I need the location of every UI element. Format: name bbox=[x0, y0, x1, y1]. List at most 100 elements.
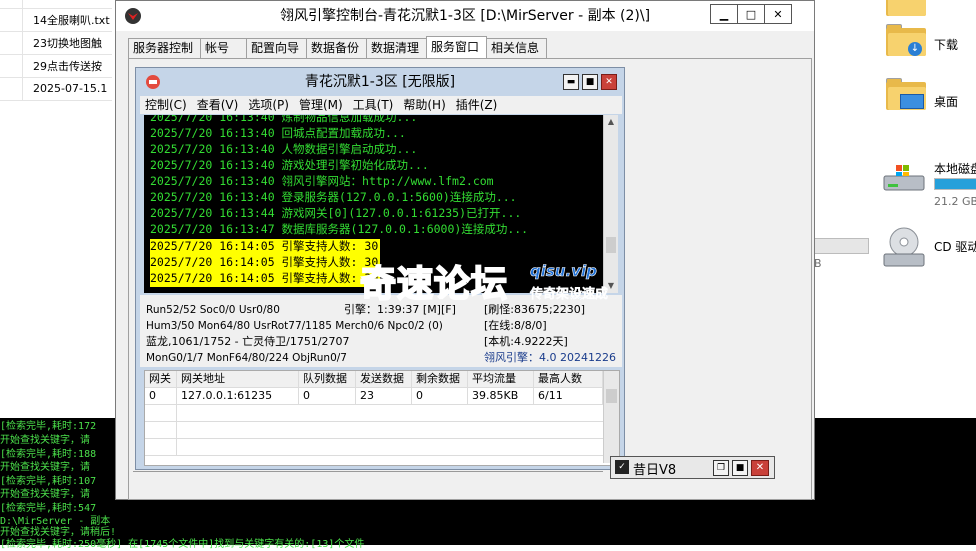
table-header: 网关 网关地址 队列数据 发送数据 剩余数据 平均流量 最高人数 bbox=[145, 371, 603, 388]
server-close-button[interactable]: ✕ bbox=[601, 74, 617, 90]
stat-local: [本机:4.9222天] bbox=[484, 335, 568, 348]
panel-bottom-strip bbox=[133, 471, 603, 492]
maximize-icon: □ bbox=[745, 7, 757, 21]
list-item[interactable]: 29点击传送按 bbox=[0, 54, 112, 78]
cd-drive-icon[interactable] bbox=[882, 226, 926, 268]
console-line: 开始查找关键字，请 bbox=[0, 489, 90, 500]
main-tabs: 服务器控制 帐号 配置向导 数据备份 数据清理 服务窗口 相关信息 bbox=[128, 36, 547, 58]
minimize-icon: ▬ bbox=[566, 77, 576, 87]
watermark-url: qisu.vip bbox=[530, 262, 597, 281]
column-header[interactable]: 队列数据 bbox=[299, 371, 356, 387]
local-disk-label[interactable]: 本地磁盘 bbox=[934, 160, 976, 177]
tab-data-backup[interactable]: 数据备份 bbox=[306, 38, 367, 58]
menu-view[interactable]: 查看(V) bbox=[192, 96, 244, 114]
explorer-pane: ↓ 下载 桌面 本地磁盘 21.2 GB B CD 驱动 bbox=[812, 0, 976, 420]
tab-config-wizard[interactable]: 配置向导 bbox=[246, 38, 307, 58]
close-button[interactable]: ✕ bbox=[751, 460, 769, 476]
scroll-thumb[interactable] bbox=[606, 389, 617, 403]
restore-button[interactable]: ❐ bbox=[713, 460, 729, 476]
server-minimize-button[interactable]: ▬ bbox=[563, 74, 579, 90]
log-line-highlight: 2025/7/20 16:14:05 引擎支持人数: 30 bbox=[150, 239, 381, 255]
table-cell: 39.85KB bbox=[468, 388, 534, 404]
log-scrollbar[interactable]: ▲ ▼ bbox=[603, 115, 618, 293]
background-file-list: 14全服喇叭.txt 23切换地图触 29点击传送按 2025-07-15.1 bbox=[0, 0, 112, 105]
column-header[interactable]: 剩余数据 bbox=[412, 371, 468, 387]
local-disk-icon[interactable] bbox=[882, 164, 926, 194]
log-line: 2025/7/20 16:13:40 游戏处理引擎初始化成功... bbox=[150, 158, 429, 172]
column-header[interactable]: 最高人数 bbox=[534, 371, 603, 387]
watermark-logo: 奇速论坛 bbox=[359, 263, 509, 306]
list-item[interactable]: 23切换地图触 bbox=[0, 31, 112, 55]
column-header[interactable]: 网关 bbox=[145, 371, 177, 387]
tab-server-control[interactable]: 服务器控制 bbox=[128, 38, 201, 58]
minimize-button[interactable]: ▁ bbox=[710, 4, 738, 24]
server-menubar: 控制(C) 查看(V) 选项(P) 管理(M) 工具(T) 帮助(H) 插件(Z… bbox=[140, 96, 622, 114]
tab-data-cleanup[interactable]: 数据清理 bbox=[366, 38, 427, 58]
mini-app-icon: ✓ bbox=[615, 460, 629, 474]
minimize-icon: ▁ bbox=[719, 7, 729, 21]
disk-usage-bar bbox=[934, 178, 976, 190]
disk-free-text: 21.2 GB bbox=[934, 195, 976, 208]
watermark-tagline: 传奇架设速成 bbox=[530, 287, 609, 303]
console-line: [检索完毕,耗时:188 bbox=[0, 449, 97, 460]
console-line: [检索完毕,耗时:107 bbox=[0, 476, 97, 487]
downloads-label[interactable]: 下载 bbox=[934, 36, 958, 53]
table-row bbox=[145, 439, 603, 456]
close-button[interactable]: ✕ bbox=[764, 4, 792, 24]
mini-window-title: 昔日V8 bbox=[633, 463, 677, 478]
table-cell: 0 bbox=[412, 388, 468, 404]
desktop-folder-icon[interactable] bbox=[886, 76, 926, 110]
stat-run: Run52/52 Soc0/0 Usr0/80 bbox=[146, 304, 280, 316]
folder-icon[interactable] bbox=[886, 0, 926, 16]
gateway-table: 网关 网关地址 队列数据 发送数据 剩余数据 平均流量 最高人数 0 127.0… bbox=[144, 370, 620, 466]
list-item[interactable]: 2025-07-15.1 bbox=[0, 77, 112, 101]
server-maximize-button[interactable]: ■ bbox=[582, 74, 598, 90]
list-item[interactable]: 14全服喇叭.txt bbox=[0, 8, 112, 32]
maximize-button[interactable]: □ bbox=[737, 4, 765, 24]
downloads-folder-icon[interactable]: ↓ bbox=[886, 22, 926, 56]
desktop-label[interactable]: 桌面 bbox=[934, 93, 958, 110]
log-line: 2025/7/20 16:13:40 人物数据引擎启动成功... bbox=[150, 142, 418, 156]
log-line: 2025/7/20 16:13:40 炼制物品信息加载成功... bbox=[150, 115, 418, 124]
menu-manage[interactable]: 管理(M) bbox=[294, 96, 348, 114]
column-header[interactable]: 平均流量 bbox=[468, 371, 534, 387]
main-titlebar[interactable]: 翎风引擎控制台-青花沉默1-3区 [D:\MirServer - 副本 (2)\… bbox=[116, 1, 814, 31]
console-line: 开始查找关键字，请 bbox=[0, 462, 90, 473]
log-line: 2025/7/20 16:13:40 翎风引擎网站：http://www.lfm… bbox=[150, 174, 494, 188]
stat-version: 翎风引擎：4.0 20241226 bbox=[484, 351, 616, 364]
table-row bbox=[145, 422, 603, 439]
menu-control[interactable]: 控制(C) bbox=[140, 96, 192, 114]
close-icon: ✕ bbox=[605, 77, 613, 87]
column-header[interactable]: 发送数据 bbox=[356, 371, 412, 387]
console-line: [检索完毕,耗时:172 bbox=[0, 421, 97, 432]
table-cell: 127.0.0.1:61235 bbox=[177, 388, 299, 404]
progress-bar-partial bbox=[812, 238, 869, 254]
table-row[interactable]: 0 127.0.0.1:61235 0 23 0 39.85KB 6/11 bbox=[145, 388, 603, 405]
menu-options[interactable]: 选项(P) bbox=[243, 96, 294, 114]
menu-tools[interactable]: 工具(T) bbox=[348, 96, 399, 114]
scroll-up-icon[interactable]: ▲ bbox=[604, 115, 618, 129]
column-header[interactable]: 网关地址 bbox=[177, 371, 299, 387]
stat-mon: MonG0/1/7 MonF64/80/224 ObjRun0/7 bbox=[146, 352, 347, 364]
tab-account[interactable]: 帐号 bbox=[200, 38, 247, 58]
maximize-icon: ■ bbox=[585, 77, 595, 87]
table-cell: 0 bbox=[145, 388, 177, 404]
table-row bbox=[145, 405, 603, 422]
table-scrollbar[interactable] bbox=[603, 371, 619, 463]
menu-help[interactable]: 帮助(H) bbox=[398, 96, 450, 114]
scroll-thumb[interactable] bbox=[606, 237, 616, 253]
server-window-titlebar[interactable]: 青花沉默1-3区 [无限版] ▬ ■ ✕ bbox=[136, 68, 624, 96]
mini-window[interactable]: ✓ 昔日V8 ❐ ■ ✕ bbox=[610, 456, 775, 479]
cd-meta-text: B bbox=[814, 257, 822, 270]
stat-hum: Hum3/50 Mon64/80 UsrRot77/1185 Merch0/6 … bbox=[146, 320, 443, 332]
table-cell: 0 bbox=[299, 388, 356, 404]
menu-plugins[interactable]: 插件(Z) bbox=[451, 96, 503, 114]
cd-drive-label[interactable]: CD 驱动 bbox=[934, 238, 976, 255]
tab-service-window[interactable]: 服务窗口 bbox=[426, 36, 487, 58]
log-line: 2025/7/20 16:13:44 游戏网关[0](127.0.0.1:612… bbox=[150, 206, 522, 220]
tab-related-info[interactable]: 相关信息 bbox=[486, 38, 547, 58]
close-icon: ✕ bbox=[773, 7, 783, 21]
maximize-button[interactable]: ■ bbox=[732, 460, 748, 476]
log-line: 2025/7/20 16:13:40 登录服务器(127.0.0.1:5600)… bbox=[150, 190, 517, 204]
server-window-title: 青花沉默1-3区 [无限版] bbox=[304, 74, 456, 90]
